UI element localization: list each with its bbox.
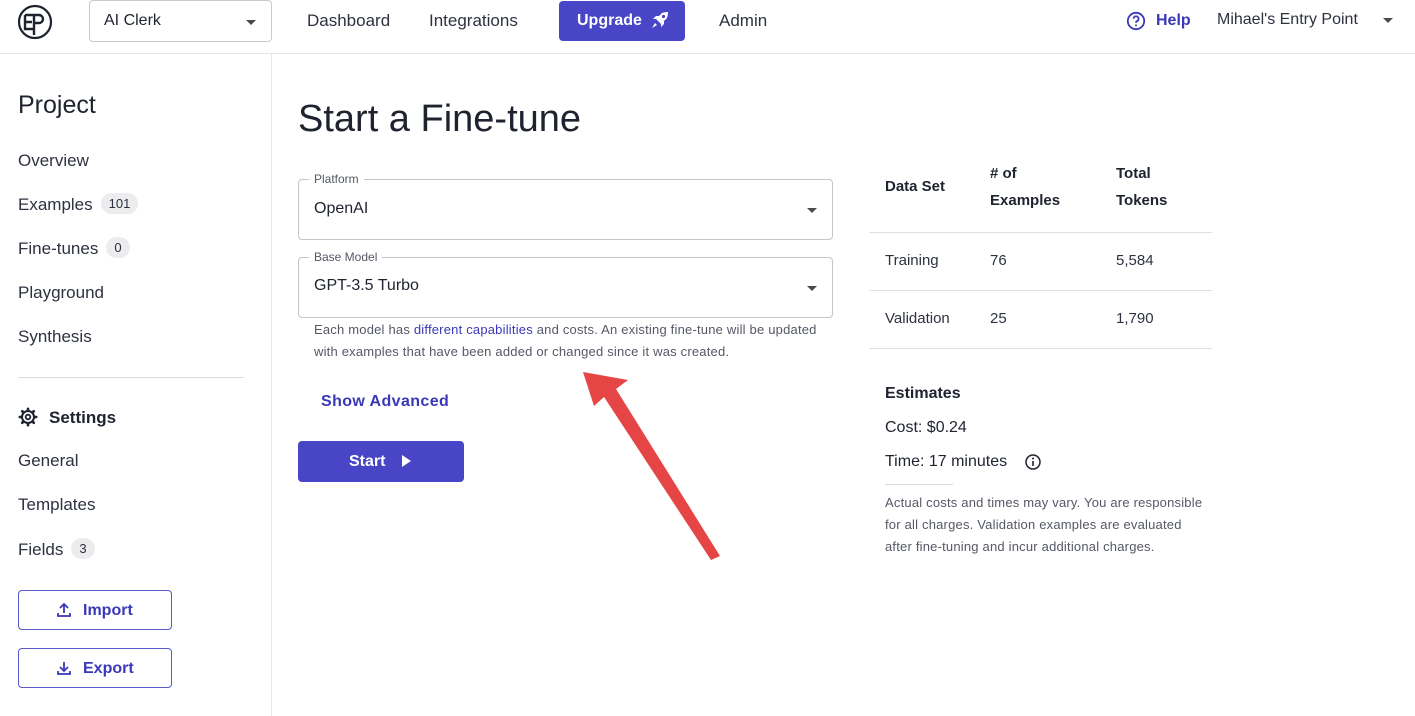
sidebar-item-label: Examples: [18, 195, 93, 214]
annotation-arrow-icon: [583, 372, 720, 560]
table-cell-tokens: 1,790: [1116, 310, 1154, 327]
nav-admin[interactable]: Admin: [719, 11, 767, 31]
platform-select[interactable]: Platform OpenAI: [298, 172, 833, 240]
project-selector[interactable]: AI Clerk: [89, 0, 272, 42]
sidebar-item-general[interactable]: General: [18, 451, 78, 471]
table-cell-examples: 76: [990, 252, 1007, 269]
account-menu[interactable]: Mihael's Entry Point: [1217, 11, 1358, 29]
base-model-helper-text: Each model has different capabilities an…: [314, 319, 824, 363]
sidebar-item-label: General: [18, 451, 79, 470]
sidebar-item-label: Fine-tunes: [18, 239, 99, 258]
sidebar-item-label: Fields: [18, 540, 64, 559]
rocket-icon: [652, 12, 668, 28]
settings-label: Settings: [49, 408, 117, 427]
base-model-select[interactable]: Base Model GPT-3.5 Turbo: [298, 250, 833, 318]
ep-logo-icon[interactable]: [16, 3, 54, 41]
table-divider: [869, 232, 1212, 233]
chevron-down-icon: [246, 20, 256, 25]
download-icon: [57, 662, 71, 675]
sidebar: Project Overview Examples 101 Fine-tunes 0…: [0, 54, 272, 716]
export-button[interactable]: Export: [18, 648, 172, 688]
column-header-line: Tokens: [1116, 192, 1168, 209]
play-icon: [402, 455, 411, 467]
sidebar-item-templates[interactable]: Templates: [18, 495, 95, 515]
chevron-down-icon[interactable]: [1383, 18, 1393, 23]
estimates-disclaimer: Actual costs and times may vary. You are…: [885, 495, 1203, 554]
sidebar-item-label: Templates: [18, 495, 96, 514]
sidebar-item-examples[interactable]: Examples 101: [18, 193, 139, 215]
helper-text-start: Each model has: [314, 322, 414, 337]
column-header-tokens: Total Tokens: [1116, 160, 1167, 214]
estimates-heading: Estimates: [885, 385, 961, 402]
table-divider: [869, 348, 1212, 349]
chevron-down-icon: [807, 208, 817, 213]
sidebar-item-synthesis[interactable]: Synthesis: [18, 327, 92, 347]
estimated-time: Time: 17 minutes: [885, 453, 1008, 470]
sidebar-divider: [18, 377, 244, 378]
chevron-down-icon: [807, 286, 817, 291]
help-label: Help: [1156, 12, 1191, 29]
help-circle-icon: [1126, 11, 1146, 31]
sidebar-item-overview[interactable]: Overview: [18, 151, 89, 171]
base-model-value: GPT-3.5 Turbo: [314, 277, 419, 294]
count-badge: 0: [106, 237, 130, 258]
sidebar-item-fine-tunes[interactable]: Fine-tunes 0: [18, 237, 130, 259]
info-icon[interactable]: [1024, 453, 1042, 471]
sidebar-item-fields[interactable]: Fields 3: [18, 538, 95, 560]
platform-label: Platform: [309, 172, 364, 186]
base-model-label: Base Model: [309, 250, 383, 264]
column-header-line: # of: [990, 165, 1017, 182]
estimates-divider: [885, 484, 953, 485]
upload-icon: [57, 602, 71, 617]
nav-dashboard[interactable]: Dashboard: [307, 11, 390, 31]
page-title: Start a Fine-tune: [298, 98, 582, 140]
table-divider: [869, 290, 1212, 291]
count-badge: 3: [71, 538, 95, 559]
project-selector-value: AI Clerk: [104, 12, 161, 29]
nav-integrations[interactable]: Integrations: [429, 11, 518, 31]
different-capabilities-link[interactable]: different capabilities: [414, 322, 533, 337]
start-button-label: Start: [349, 453, 386, 470]
column-header-examples: # of Examples: [990, 160, 1060, 214]
sidebar-item-playground[interactable]: Playground: [18, 283, 104, 303]
column-header-line: Total: [1116, 165, 1151, 182]
sidebar-item-label: Playground: [18, 283, 105, 302]
export-label: Export: [83, 660, 134, 677]
upgrade-button[interactable]: Upgrade: [559, 1, 685, 41]
table-cell-set: Training: [885, 252, 939, 269]
import-label: Import: [83, 602, 133, 619]
table-cell-tokens: 5,584: [1116, 252, 1154, 269]
sidebar-item-label: Overview: [18, 151, 89, 170]
column-header-line: Examples: [990, 192, 1061, 209]
import-button[interactable]: Import: [18, 590, 172, 630]
gear-icon: [18, 407, 38, 427]
table-cell-set: Validation: [885, 310, 950, 327]
count-badge: 101: [100, 193, 139, 214]
column-header-data-set: Data Set: [885, 178, 946, 195]
sidebar-title: Project: [18, 91, 96, 119]
estimated-cost: Cost: $0.24: [885, 419, 967, 436]
platform-value: OpenAI: [314, 200, 369, 217]
table-cell-examples: 25: [990, 310, 1007, 327]
upgrade-button-label: Upgrade: [577, 12, 642, 29]
top-bar: AI Clerk Dashboard Integrations Upgrade …: [0, 0, 1415, 54]
start-button[interactable]: Start: [298, 441, 464, 482]
show-advanced-button[interactable]: Show Advanced: [321, 393, 449, 411]
sidebar-item-label: Synthesis: [18, 327, 92, 346]
